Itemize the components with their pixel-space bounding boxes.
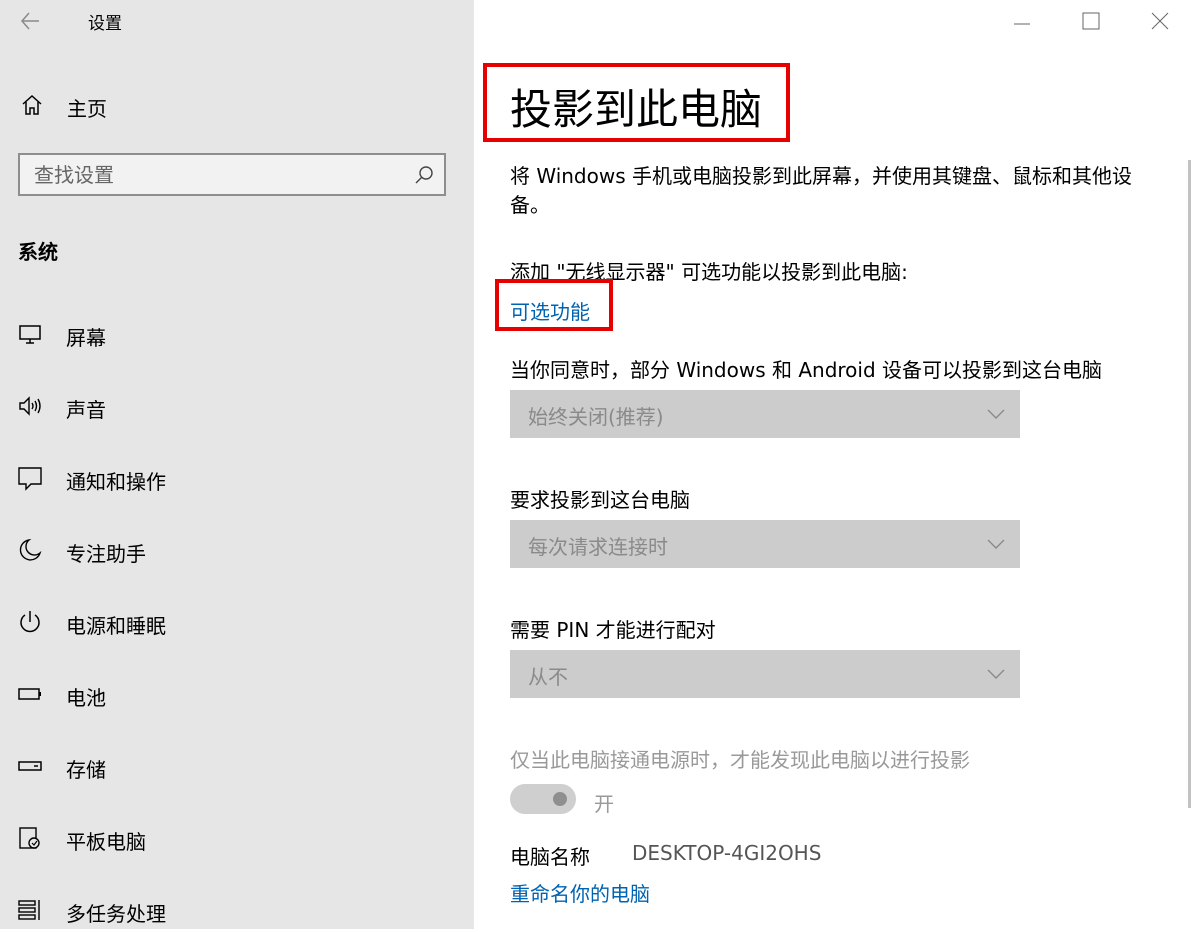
optional-features-link[interactable]: 可选功能: [510, 296, 590, 325]
tablet-icon: [19, 827, 40, 849]
consent-label: 当你同意时，部分 Windows 和 Android 设备可以投影到这台电脑: [510, 358, 1103, 382]
dropdown-value: 从不: [528, 665, 568, 689]
battery-icon: [18, 688, 41, 700]
request-dropdown[interactable]: 每次请求连接时: [510, 520, 1020, 568]
sidebar-item-sound[interactable]: 声音: [0, 384, 474, 428]
moon-icon: [19, 538, 42, 561]
sidebar-item-label: 平板电脑: [66, 830, 146, 854]
sidebar-item-focus-assist[interactable]: 专注助手: [0, 528, 474, 572]
speaker-icon: [19, 396, 41, 416]
pin-label: 需要 PIN 才能进行配对: [510, 618, 716, 642]
sidebar-item-label: 声音: [66, 398, 106, 422]
notification-icon: [18, 467, 42, 491]
sidebar-item-label: 屏幕: [66, 326, 106, 350]
chevron-down-icon: [987, 409, 1005, 419]
pc-name-label: 电脑名称: [510, 845, 590, 869]
sidebar-item-label: 通知和操作: [66, 470, 166, 494]
sidebar-item-notifications[interactable]: 通知和操作: [0, 456, 474, 500]
power-only-toggle[interactable]: [510, 784, 576, 814]
dropdown-value: 始终关闭(推荐): [528, 405, 664, 429]
sidebar-item-power-sleep[interactable]: 电源和睡眠: [0, 600, 474, 644]
search-icon[interactable]: [414, 165, 434, 185]
sidebar-item-display[interactable]: 屏幕: [0, 312, 474, 356]
request-label: 要求投影到这台电脑: [510, 488, 690, 512]
toggle-knob: [553, 792, 567, 806]
back-arrow-icon: [21, 12, 39, 30]
toggle-label: 开: [594, 792, 614, 816]
app-title: 设置: [88, 14, 122, 34]
page-title: 投影到此电脑: [510, 85, 763, 134]
sidebar-item-storage[interactable]: 存储: [0, 744, 474, 788]
pin-dropdown[interactable]: 从不: [510, 650, 1020, 698]
main-content: 投影到此电脑 将 Windows 手机或电脑投影到此屏幕，并使用其键盘、鼠标和其…: [474, 0, 1194, 929]
sidebar-item-label: 多任务处理: [66, 902, 166, 926]
sidebar-item-label: 电源和睡眠: [66, 614, 166, 638]
multitask-icon: [18, 900, 40, 920]
consent-dropdown[interactable]: 始终关闭(推荐): [510, 390, 1020, 438]
back-button[interactable]: [18, 8, 44, 34]
rename-pc-link[interactable]: 重命名你的电脑: [510, 878, 650, 907]
pc-name-value: DESKTOP-4GI2OHS: [632, 841, 822, 865]
dropdown-value: 每次请求连接时: [528, 535, 668, 559]
storage-icon: [18, 761, 42, 771]
sidebar-item-tablet[interactable]: 平板电脑: [0, 816, 474, 860]
chevron-down-icon: [987, 539, 1005, 549]
page-description: 将 Windows 手机或电脑投影到此屏幕，并使用其键盘、鼠标和其他设备。: [510, 164, 1132, 217]
sidebar: 设置 主页 系统 屏幕 声音 通知和操作: [0, 0, 474, 929]
sidebar-item-label: 专注助手: [66, 542, 146, 566]
section-label-system: 系统: [18, 240, 58, 264]
sidebar-item-home[interactable]: 主页: [0, 84, 474, 128]
sidebar-item-battery[interactable]: 电池: [0, 672, 474, 716]
sidebar-item-multitasking[interactable]: 多任务处理: [0, 888, 474, 932]
sidebar-item-label: 存储: [66, 758, 106, 782]
power-only-text: 仅当此电脑接通电源时，才能发现此电脑以进行投影: [510, 748, 970, 772]
home-icon: [22, 94, 42, 115]
power-icon: [20, 611, 40, 633]
search-box: [18, 153, 446, 196]
search-input[interactable]: [34, 162, 394, 188]
chevron-down-icon: [987, 669, 1005, 679]
sidebar-item-label: 主页: [67, 97, 107, 121]
monitor-icon: [19, 325, 41, 344]
sidebar-item-label: 电池: [66, 686, 106, 710]
